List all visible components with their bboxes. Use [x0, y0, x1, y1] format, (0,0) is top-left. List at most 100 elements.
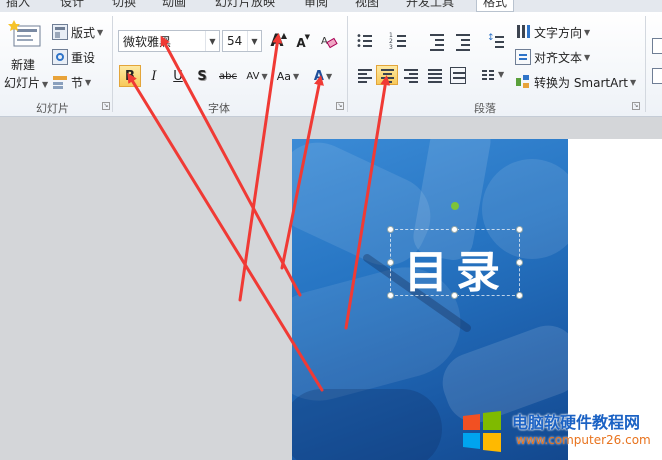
tab-review[interactable]: 审阅 [304, 0, 328, 10]
tab-insert[interactable]: 插入 [6, 0, 30, 10]
tab-design[interactable]: 设计 [60, 0, 84, 10]
slides-group-label: 幻灯片 [36, 102, 69, 115]
group-separator [112, 16, 113, 112]
grow-font-button[interactable]: A ▲ [266, 30, 288, 52]
char-spacing-label: AV [246, 70, 260, 82]
section-icon [52, 74, 68, 90]
tab-slideshow[interactable]: 幻灯片放映 [215, 0, 275, 10]
decrease-indent-button[interactable] [426, 32, 448, 52]
tab-view[interactable]: 视图 [355, 0, 379, 10]
paragraph-launcher-icon[interactable]: ↘ [632, 102, 640, 110]
chevron-down-icon[interactable]: ▼ [247, 31, 261, 51]
new-slide-icon [8, 20, 41, 47]
italic-button[interactable]: I [143, 65, 165, 87]
section-button[interactable]: 节 ▼ [52, 72, 91, 92]
align-center-button[interactable] [376, 65, 398, 85]
arrow-up-icon: ▲ [280, 31, 287, 40]
tab-animations[interactable]: 动画 [162, 0, 186, 10]
font-name-value: 微软雅黑 [123, 34, 172, 49]
align-text-icon [515, 49, 531, 65]
align-text-label: 对齐文本 [534, 50, 583, 65]
reset-icon [52, 49, 68, 65]
layout-label: 版式 [71, 25, 96, 40]
ribbon-tabs: 插入 设计 切换 动画 幻灯片放映 审阅 视图 开发工具 格式 [0, 0, 662, 12]
increase-indent-button[interactable] [452, 32, 474, 52]
char-spacing-button[interactable]: AV ▼ [243, 65, 271, 87]
section-label: 节 [71, 75, 84, 90]
shrink-font-button[interactable]: A ▼ [290, 32, 312, 54]
change-case-label: Aa [276, 69, 292, 83]
tab-developer[interactable]: 开发工具 [406, 0, 454, 10]
bullets-button[interactable]: • • • [354, 32, 376, 52]
chevron-down-icon[interactable]: ▼ [205, 31, 219, 51]
font-color-label: A [313, 68, 324, 84]
resize-handle-top-left[interactable] [387, 226, 394, 233]
line-spacing-icon: ↕ [487, 33, 495, 43]
bold-button[interactable]: B [119, 65, 141, 87]
resize-handle-top[interactable] [451, 226, 458, 233]
align-right-button[interactable] [400, 66, 422, 86]
group-separator [347, 16, 348, 112]
align-text-button[interactable]: 对齐文本 ▼ [515, 47, 590, 67]
layout-icon [52, 24, 68, 40]
shape-gallery-icon-2[interactable] [652, 68, 662, 84]
arrow-down-icon: ▼ [304, 33, 310, 41]
clear-format-button[interactable]: A [318, 30, 340, 52]
font-color-button[interactable]: A ▼ [308, 65, 338, 87]
chevron-down-icon: ▼ [325, 71, 333, 81]
bullets-icon: • • • [356, 31, 362, 52]
numbering-button[interactable]: 123 [388, 32, 410, 52]
chevron-down-icon: ▼ [293, 71, 300, 81]
underline-button[interactable]: U [167, 65, 189, 87]
distributed-button[interactable] [448, 66, 470, 86]
chevron-down-icon: ▼ [97, 27, 104, 37]
italic-label: I [151, 68, 157, 84]
slides-launcher-icon[interactable]: ↘ [102, 102, 110, 110]
resize-handle-right[interactable] [516, 259, 523, 266]
resize-handle-left[interactable] [387, 259, 394, 266]
ribbon: 新建 幻灯片 ▼ 版式 ▼ 重设 节 ▼ 幻灯片 ↘ 微软雅黑 ▼ 54 ▼ A ▲ A… [0, 12, 662, 117]
watermark-title: 电脑软硬件教程网 [512, 413, 641, 432]
font-name-combo[interactable]: 微软雅黑 ▼ [118, 30, 220, 52]
new-slide-button[interactable]: 新建 幻灯片 ▼ [4, 18, 48, 94]
resize-handle-bottom-left[interactable] [387, 292, 394, 299]
tab-transitions[interactable]: 切换 [112, 0, 136, 10]
distributed-icon [450, 67, 466, 84]
text-direction-label: 文字方向 [534, 25, 583, 40]
shape-gallery-icon[interactable] [652, 38, 662, 54]
columns-button[interactable]: ▼ [480, 66, 504, 86]
numbering-icon: 123 [389, 32, 393, 51]
convert-smartart-label: 转换为 SmartArt [534, 75, 628, 90]
chevron-down-icon: ▼ [629, 77, 637, 87]
justify-button[interactable] [424, 66, 446, 86]
shadow-button[interactable]: S [191, 65, 213, 87]
paragraph-group-label: 段落 [474, 102, 496, 115]
resize-handle-bottom-right[interactable] [516, 292, 523, 299]
font-group-label: 字体 [208, 102, 230, 115]
reset-button[interactable]: 重设 [52, 47, 95, 67]
layout-button[interactable]: 版式 ▼ [52, 22, 103, 42]
chevron-down-icon: ▼ [584, 52, 591, 62]
text-direction-icon [515, 24, 531, 40]
line-spacing-button[interactable]: ↕ [486, 32, 508, 52]
windows-logo-icon [463, 411, 501, 452]
change-case-button[interactable]: Aa ▼ [274, 65, 302, 87]
text-direction-button[interactable]: 文字方向 ▼ [515, 22, 590, 42]
watermark-url: www.computer26.com [516, 433, 651, 447]
align-left-button[interactable] [354, 66, 376, 86]
resize-handle-top-right[interactable] [516, 226, 523, 233]
tab-format[interactable]: 格式 [476, 0, 515, 12]
slide-title-text[interactable]: 目录 [400, 236, 512, 300]
chevron-down-icon: ▼ [584, 27, 591, 37]
font-launcher-icon[interactable]: ↘ [336, 102, 344, 110]
chevron-down-icon: ▼ [42, 80, 49, 89]
shadow-label: S [197, 68, 207, 84]
smartart-icon [515, 74, 531, 90]
convert-smartart-button[interactable]: 转换为 SmartArt ▼ [515, 72, 636, 92]
chevron-down-icon: ▼ [85, 77, 92, 87]
rotate-handle[interactable] [451, 202, 459, 210]
clear-format-icon: A [321, 36, 338, 49]
strikethrough-button[interactable]: abc [215, 65, 241, 87]
svg-text:A: A [321, 36, 328, 47]
font-size-combo[interactable]: 54 ▼ [222, 30, 262, 52]
